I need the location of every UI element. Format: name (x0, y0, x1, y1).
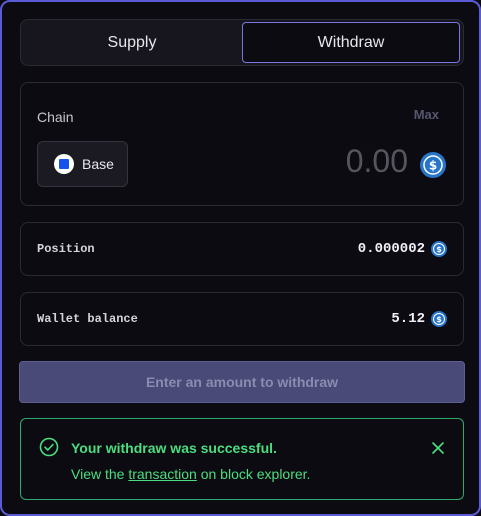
base-icon (54, 154, 74, 174)
position-value: 0.000002 (357, 241, 425, 257)
chain-label: Chain (37, 109, 74, 125)
wallet-balance-label: Wallet balance (37, 312, 138, 326)
svg-text:$: $ (429, 159, 437, 173)
position-label: Position (37, 242, 95, 256)
toast-message: View the transaction on block explorer. (71, 466, 310, 482)
usdc-icon: $ (431, 241, 447, 257)
position-card: Position 0.000002 $ (20, 222, 464, 276)
amount-input[interactable] (208, 141, 408, 181)
supply-withdraw-tabs: Supply Withdraw (20, 19, 464, 66)
check-circle-icon (39, 437, 59, 457)
success-toast: Your withdraw was successful. View the t… (20, 418, 464, 500)
tab-withdraw[interactable]: Withdraw (242, 22, 460, 63)
svg-text:$: $ (436, 315, 442, 324)
tab-supply[interactable]: Supply (23, 22, 241, 63)
wallet-balance-card: Wallet balance 5.12 $ (20, 292, 464, 346)
usdc-icon: $ (431, 311, 447, 327)
chain-amount-card: Chain Max Base $ (20, 82, 464, 206)
chain-selected-label: Base (82, 156, 114, 172)
toast-message-prefix: View the (71, 466, 129, 482)
position-value-group: 0.000002 $ (358, 241, 447, 257)
toast-title: Your withdraw was successful. (71, 440, 277, 456)
chain-selector-button[interactable]: Base (37, 141, 128, 187)
wallet-balance-value: 5.12 (391, 311, 425, 327)
usdc-icon: $ (420, 152, 446, 178)
transaction-link[interactable]: transaction (128, 466, 196, 482)
wallet-balance-value-group: 5.12 $ (391, 311, 447, 327)
withdraw-submit-button[interactable]: Enter an amount to withdraw (19, 361, 465, 403)
withdraw-panel: Supply Withdraw Chain Max Base $ Positio… (0, 0, 481, 516)
close-icon[interactable] (431, 441, 445, 455)
toast-message-suffix: on block explorer. (196, 466, 311, 482)
svg-text:$: $ (436, 245, 442, 254)
max-button[interactable]: Max (414, 107, 439, 122)
